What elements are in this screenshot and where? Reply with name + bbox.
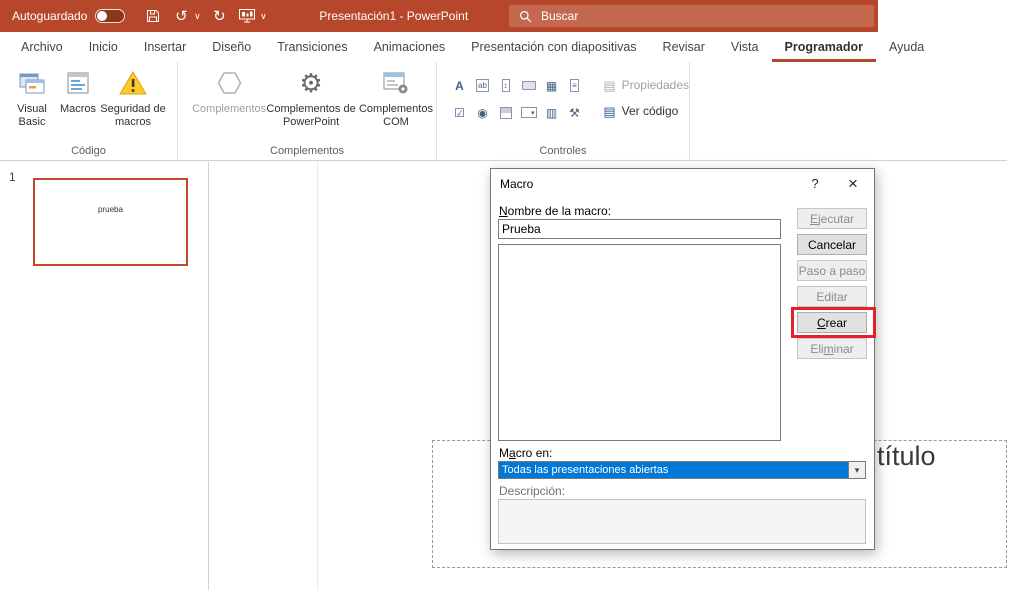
ribbon-group-controles: A ab ↕ ▦ ≡ ☑ ◉ ▾ ▥ ⚒ ▤ Propiedades	[437, 62, 690, 160]
description-box	[498, 499, 866, 544]
ver-codigo-button[interactable]: ▤ Ver código	[603, 104, 689, 118]
cancelar-button[interactable]: Cancelar	[797, 234, 867, 255]
listbox-control-icon[interactable]: ≡	[564, 77, 585, 94]
powerpoint-window: Autoguardado ↺ ∨ ↻ ∨ Presentación1 - Pow…	[0, 0, 1035, 590]
slide-left-edge	[317, 162, 318, 590]
macro-in-label: Macro en:	[499, 446, 552, 460]
slide-number: 1	[9, 170, 16, 184]
tab-diseno[interactable]: Diseño	[199, 32, 264, 62]
togglebutton-control-icon[interactable]	[495, 104, 516, 121]
help-icon[interactable]: ?	[798, 169, 832, 198]
macro-name-label: Nombre de la macro:	[499, 204, 611, 218]
save-icon[interactable]	[141, 3, 165, 29]
titlebar: Autoguardado ↺ ∨ ↻ ∨ Presentación1 - Pow…	[0, 0, 878, 32]
combobox-control-icon[interactable]: ▾	[518, 104, 539, 121]
macros-icon	[66, 69, 90, 97]
title-placeholder-text: título	[877, 441, 936, 472]
autosave-label: Autoguardado	[12, 9, 87, 23]
dialog-titlebar[interactable]: Macro ? ×	[491, 169, 874, 198]
undo-icon[interactable]: ↺	[169, 3, 193, 29]
more-controls-icon[interactable]: ⚒	[564, 104, 585, 121]
search-box[interactable]: Buscar	[509, 5, 874, 27]
visual-basic-icon	[19, 69, 45, 97]
eliminar-button[interactable]: Eliminar	[797, 338, 867, 359]
tab-presentacion[interactable]: Presentación con diapositivas	[458, 32, 649, 62]
com-addin-icon	[383, 69, 409, 97]
visual-basic-button[interactable]: Visual Basic	[8, 62, 56, 146]
macro-in-value: Todas las presentaciones abiertas	[499, 462, 848, 478]
description-label: Descripción:	[499, 484, 565, 498]
dialog-button-column: Ejecutar Cancelar Paso a paso Editar Cre…	[797, 208, 867, 359]
ribbon-group-codigo: Visual Basic Macros Seguridad de macros …	[0, 62, 178, 160]
spinbutton-control-icon[interactable]: ↕	[495, 77, 516, 94]
controls-grid: A ab ↕ ▦ ≡ ☑ ◉ ▾ ▥ ⚒	[449, 77, 585, 121]
tab-animaciones[interactable]: Animaciones	[361, 32, 459, 62]
label-control-icon[interactable]: A	[449, 77, 470, 94]
close-icon[interactable]: ×	[832, 169, 874, 198]
commandbutton-control-icon[interactable]	[518, 77, 539, 94]
qat-more-icon[interactable]: ∨	[257, 3, 269, 29]
tab-revisar[interactable]: Revisar	[650, 32, 718, 62]
warning-icon	[118, 69, 148, 97]
tab-vista[interactable]: Vista	[718, 32, 772, 62]
autosave-toggle[interactable]	[95, 9, 125, 23]
image-control-icon[interactable]: ▦	[541, 77, 562, 94]
ver-codigo-label: Ver código	[622, 104, 679, 118]
checkbox-control-icon[interactable]: ☑	[449, 104, 470, 121]
undo-dropdown-icon[interactable]: ∨	[191, 3, 203, 29]
macro-name-input[interactable]	[498, 219, 781, 239]
tab-archivo[interactable]: Archivo	[8, 32, 76, 62]
complementos-powerpoint-button[interactable]: ⚙ Complementos de PowerPoint	[266, 62, 356, 146]
complementos-button[interactable]: Complementos	[192, 62, 266, 146]
tab-transiciones[interactable]: Transiciones	[264, 32, 360, 62]
seguridad-macros-label: Seguridad de macros	[100, 103, 166, 128]
macros-button[interactable]: Macros	[56, 62, 100, 146]
hexagon-addin-icon	[216, 69, 243, 97]
properties-icon: ▤	[603, 79, 615, 92]
tab-ayuda[interactable]: Ayuda	[876, 32, 937, 62]
tab-inicio[interactable]: Inicio	[76, 32, 131, 62]
search-icon	[519, 10, 532, 23]
ribbon-tab-bar: Archivo Inicio Insertar Diseño Transicio…	[0, 32, 1007, 62]
textbox-control-icon[interactable]: ab	[472, 77, 493, 94]
slide-thumbnail[interactable]: prueba	[33, 178, 188, 266]
scrollbar-control-icon[interactable]: ▥	[541, 104, 562, 121]
window-title: Presentación1 - PowerPoint	[319, 9, 468, 23]
editar-button[interactable]: Editar	[797, 286, 867, 307]
group-caption-controles: Controles	[437, 145, 689, 157]
toggle-knob	[97, 11, 107, 21]
group-caption-codigo: Código	[0, 145, 177, 157]
dialog-title: Macro	[500, 177, 798, 191]
redo-icon[interactable]: ↻	[207, 3, 231, 29]
optionbutton-control-icon[interactable]: ◉	[472, 104, 493, 121]
view-code-icon: ▤	[603, 105, 615, 118]
slide-thumbnail-title: prueba	[35, 205, 186, 214]
complementos-label: Complementos	[192, 103, 266, 116]
propiedades-label: Propiedades	[622, 78, 689, 92]
paso-a-paso-button[interactable]: Paso a paso	[797, 260, 867, 281]
complementos-com-button[interactable]: Complementos COM	[356, 62, 436, 146]
seguridad-macros-button[interactable]: Seguridad de macros	[100, 62, 166, 146]
tab-insertar[interactable]: Insertar	[131, 32, 199, 62]
group-caption-complementos: Complementos	[178, 145, 436, 157]
gear-icon: ⚙	[299, 69, 322, 97]
ribbon: Visual Basic Macros Seguridad de macros …	[0, 62, 1007, 161]
slideshow-icon[interactable]	[235, 3, 259, 29]
crear-button[interactable]: Crear	[797, 312, 867, 333]
dropdown-arrow-icon[interactable]: ▾	[848, 462, 865, 478]
tab-programador[interactable]: Programador	[772, 32, 877, 62]
panel-divider[interactable]	[208, 162, 209, 590]
ejecutar-button[interactable]: Ejecutar	[797, 208, 867, 229]
complementos-com-label: Complementos COM	[356, 103, 436, 128]
propiedades-button[interactable]: ▤ Propiedades	[603, 78, 689, 92]
search-placeholder: Buscar	[541, 9, 578, 23]
ribbon-group-complementos: Complementos ⚙ Complementos de PowerPoin…	[178, 62, 437, 160]
macro-dialog: Macro ? × Nombre de la macro: Ejecutar C…	[490, 168, 875, 550]
macro-listbox[interactable]	[498, 244, 781, 441]
visual-basic-label: Visual Basic	[8, 103, 56, 128]
macro-in-dropdown[interactable]: Todas las presentaciones abiertas ▾	[498, 461, 866, 479]
complementos-powerpoint-label: Complementos de PowerPoint	[266, 103, 356, 128]
macros-label: Macros	[60, 103, 96, 116]
